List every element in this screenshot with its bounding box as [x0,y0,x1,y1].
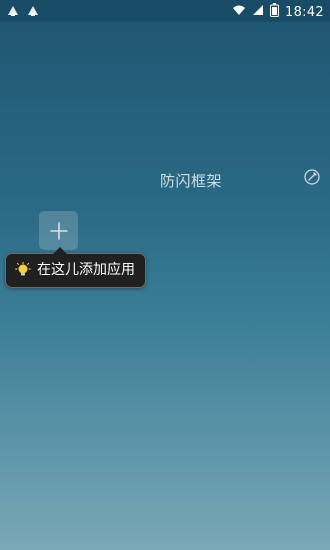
tooltip-text: 在这儿添加应用 [37,262,135,278]
tooltip-arrow [53,247,67,254]
android-icon [26,3,40,22]
signal-icon [252,4,264,21]
edit-frame-button[interactable] [303,168,321,186]
status-bar: 18:42 [0,0,330,22]
hint-tooltip[interactable]: 在这儿添加应用 [5,247,146,288]
frame-title: 防闪框架 [160,172,223,190]
plus-icon [49,221,68,240]
wifi-icon [232,4,246,21]
edit-icon [304,169,320,185]
add-app-button[interactable] [39,211,78,250]
home-screen: 18:42 防闪框架 在这儿添加应用 [0,0,330,550]
battery-icon [270,3,280,22]
status-left-icons [6,3,40,22]
status-time: 18:42 [285,4,324,20]
lightbulb-icon [15,262,31,276]
status-right-icons: 18:42 [232,3,324,22]
android-icon [6,3,20,22]
